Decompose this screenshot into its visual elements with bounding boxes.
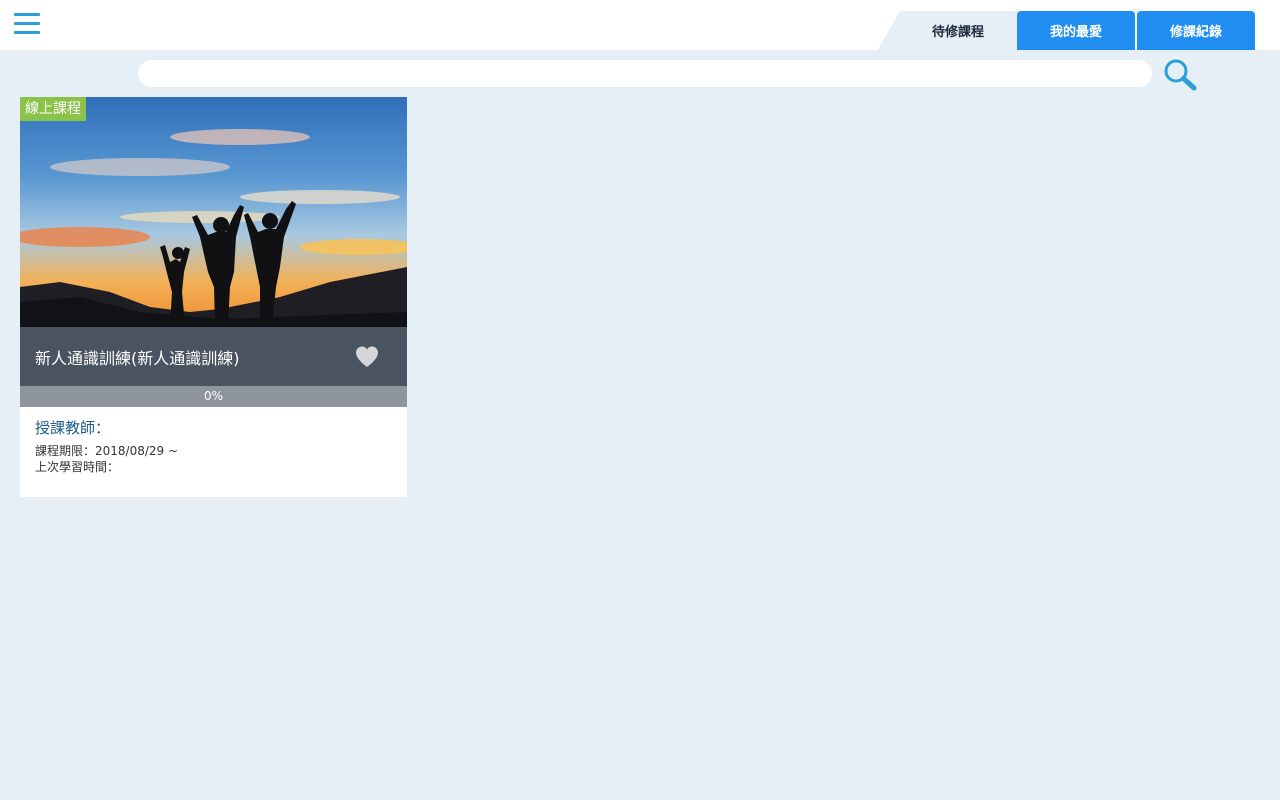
- hamburger-menu-icon[interactable]: [14, 13, 42, 37]
- tab-course-records[interactable]: 修課紀錄: [1137, 11, 1255, 50]
- course-card[interactable]: 線上課程 新人通識訓練(新人通識訓練) 0% 授課教師： 課程期限：2018/0…: [20, 97, 407, 497]
- course-period: 課程期限：2018/08/29 ~: [35, 444, 179, 458]
- search-icon[interactable]: [1162, 58, 1198, 92]
- last-study-time: 上次學習時間：: [35, 460, 120, 474]
- tab-pending-courses[interactable]: 待修課程: [900, 11, 1016, 50]
- course-cover-image: [20, 97, 407, 327]
- course-title-bar: 新人通識訓練(新人通識訓練): [20, 327, 407, 386]
- progress-label: 0%: [203, 389, 224, 403]
- course-thumbnail[interactable]: 線上課程: [20, 97, 407, 327]
- progress-bar: 0%: [20, 386, 407, 407]
- top-bar: 待修課程 我的最愛 修課紀錄: [0, 0, 1280, 50]
- teacher-label: 授課教師：: [35, 419, 111, 437]
- tab-favorites[interactable]: 我的最愛: [1017, 11, 1135, 50]
- course-type-badge: 線上課程: [20, 97, 86, 121]
- course-title[interactable]: 新人通識訓練(新人通識訓練): [35, 345, 240, 369]
- heart-icon[interactable]: [354, 345, 380, 369]
- search-input[interactable]: [138, 60, 1152, 87]
